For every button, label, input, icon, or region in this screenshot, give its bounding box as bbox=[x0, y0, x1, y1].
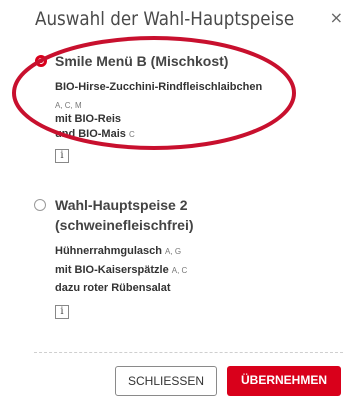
close-button[interactable]: SCHLIESSEN bbox=[115, 366, 217, 396]
info-icon[interactable]: i bbox=[55, 305, 69, 319]
option-1-line-3: mit BIO-Reis bbox=[55, 113, 121, 125]
menu-item-text: mit BIO-Reis bbox=[55, 113, 122, 125]
radio-unselected-icon[interactable] bbox=[34, 199, 46, 211]
radio-selected-icon[interactable] bbox=[35, 55, 47, 67]
menu-item-text: und BIO-Mais bbox=[55, 128, 126, 140]
allergen-codes: A, G bbox=[165, 247, 182, 256]
option-1-allergens: A, C, M bbox=[55, 99, 82, 111]
option-2-line-1: Hühnerrahmgulasch A, G bbox=[55, 245, 181, 257]
info-icon[interactable]: i bbox=[55, 149, 69, 163]
option-2-line-3: dazu roter Rübensalat bbox=[55, 282, 171, 294]
menu-item-text: Hühnerrahmgulasch bbox=[55, 245, 162, 257]
close-icon[interactable]: × bbox=[330, 8, 343, 27]
menu-item-text: dazu roter Rübensalat bbox=[55, 282, 171, 294]
menu-item-text: BIO-Hirse-Zucchini-Rindfleischlaibchen bbox=[55, 81, 263, 93]
option-1-title[interactable]: Smile Menü B (Mischkost) bbox=[55, 51, 228, 71]
allergen-codes: A, C, M bbox=[55, 101, 82, 110]
allergen-codes: A, C bbox=[171, 266, 188, 275]
divider bbox=[34, 352, 343, 353]
option-2-title-line-1[interactable]: Wahl-Hauptspeise 2 bbox=[55, 195, 188, 215]
menu-item-text: mit BIO-Kaiserspätzle bbox=[55, 264, 169, 276]
dialog-title: Auswahl der Wahl-Hauptspeise bbox=[35, 8, 295, 30]
option-2-title-line-2[interactable]: (schweinefleischfrei) bbox=[55, 215, 194, 235]
option-1-line-1: BIO-Hirse-Zucchini-Rindfleischlaibchen bbox=[55, 81, 262, 93]
allergen-codes: C bbox=[128, 130, 135, 139]
option-1-line-4: und BIO-Mais C bbox=[55, 128, 135, 140]
apply-button[interactable]: ÜBERNEHMEN bbox=[227, 366, 341, 396]
option-2-line-2: mit BIO-Kaiserspätzle A, C bbox=[55, 264, 187, 276]
